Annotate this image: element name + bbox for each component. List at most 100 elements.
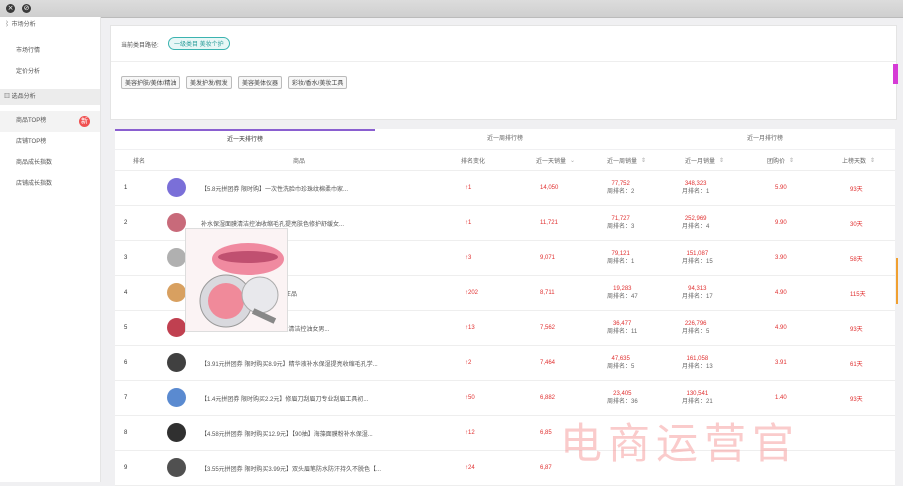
month-sales: 348,323 (684, 181, 707, 187)
sidebar: ⌇ 市场分析 市场行情 定价分析 ▥ 选品分析 商品TOP榜 新 店铺TOP榜 商… (0, 17, 101, 482)
product-title[interactable]: 【5.8元拼团券 限时购】一次性洗脸巾珍珠纹棉柔巾家... (201, 171, 401, 205)
col-label: 近一周销量 (607, 158, 638, 165)
scrollbar-thumb[interactable] (896, 258, 898, 304)
week-sales-cell: 47,635 周排名：5 (607, 346, 634, 380)
week-sales-cell: 19,283 周排名：47 (607, 276, 638, 310)
month-sales: 130,541 (686, 391, 709, 397)
table-row[interactable]: 6 【3.91元拼团券 限时购买8.9元】精华液补水保湿提亮收缩毛孔学... ↑ 2 7… (115, 346, 895, 381)
week-rank: 周排名：47 (607, 294, 638, 300)
rank-change: ↑ 1 (465, 171, 471, 205)
month-rank: 月排名：17 (682, 294, 713, 300)
week-rank: 周排名：3 (607, 224, 635, 230)
month-sales-cell: 226,796 月排名：5 (682, 311, 709, 345)
tab-week-ranking[interactable]: 近一周排行榜 (375, 129, 635, 149)
month-sales-cell: 348,323 月排名：1 (682, 171, 709, 205)
col-product: 商品 (293, 158, 306, 165)
sort-icon: ⇕ (870, 157, 876, 164)
rank-change-value: 12 (468, 430, 475, 436)
chart-icon: ⌇ (4, 22, 12, 28)
rank-change-value: 1 (468, 220, 472, 226)
group-price: 4.90 (775, 290, 787, 296)
product-thumbnail[interactable] (167, 388, 186, 407)
rank-change: ↑ 1 (465, 206, 471, 240)
rank-cell: 8 (124, 430, 128, 436)
days-on-list: 30天 (850, 221, 863, 228)
days-on-list: 115天 (850, 291, 866, 298)
category-tag[interactable]: 彩妆/香水/美妆工具 (288, 76, 348, 89)
category-tag[interactable]: 美发护发/假发 (186, 76, 232, 89)
week-rank: 周排名：2 (607, 189, 635, 195)
tab-month-ranking[interactable]: 近一月排行榜 (635, 129, 895, 149)
week-sales-cell: 71,727 周排名：3 (607, 206, 634, 240)
rank-cell: 4 (124, 290, 128, 296)
product-title[interactable]: 【3.91元拼团券 限时购买8.9元】精华液补水保湿提亮收缩毛孔学... (201, 346, 401, 380)
group-price: 9.90 (775, 220, 787, 226)
col-label: 团购价 (767, 158, 786, 165)
product-thumbnail[interactable] (167, 248, 186, 267)
week-rank: 周排名：11 (607, 329, 638, 335)
sort-icon: ⇕ (789, 157, 795, 164)
product-thumbnail[interactable] (167, 423, 186, 442)
col-days[interactable]: 上榜天数 ⇕ (842, 150, 875, 170)
sidebar-item-pricing[interactable]: 定价分析 (0, 62, 100, 83)
group-price: 3.90 (775, 255, 787, 261)
product-title[interactable]: 【1.4元拼团券 限时购买2.2元】修眉刀刮眉刀专业刮眉工具初... (201, 381, 401, 415)
product-image-popup (185, 228, 288, 332)
rank-change-value: 50 (468, 395, 475, 401)
week-sales: 79,121 (611, 251, 630, 257)
sidebar-item-shop-growth[interactable]: 店铺成长指数 (0, 174, 100, 195)
product-title[interactable]: 【3.55元拼团券 限时购买3.99元】双头眉笔防水防汗持久不脱色【... (201, 451, 401, 485)
category-tag[interactable]: 美容护肤/美体/精油 (121, 76, 181, 89)
product-thumbnail[interactable] (167, 318, 186, 337)
product-thumbnail[interactable] (167, 458, 186, 477)
col-day-sales[interactable]: 近一天销量 ⌄ (536, 150, 575, 170)
day-sales: 8,711 (540, 290, 555, 296)
rank-cell: 1 (124, 185, 128, 191)
sidebar-item-product-top[interactable]: 商品TOP榜 新 (0, 111, 100, 132)
window-titlebar: × ⊘ (0, 0, 903, 18)
col-month-sales[interactable]: 近一月销量 ⇕ (685, 150, 724, 170)
product-thumbnail[interactable] (167, 353, 186, 372)
product-thumbnail[interactable] (167, 178, 186, 197)
day-sales: 9,071 (540, 255, 556, 261)
rank-change: ↑ 2 (465, 346, 471, 380)
category-path-chip[interactable]: 一级类目 美妆个护 (168, 37, 230, 50)
sidebar-item-product-growth[interactable]: 商品成长指数 (0, 153, 100, 174)
product-thumbnail[interactable] (167, 213, 186, 232)
divider (111, 61, 896, 62)
sidebar-item-shop-top[interactable]: 店铺TOP榜 (0, 132, 100, 153)
day-sales: 7,562 (540, 325, 556, 331)
week-sales: 36,477 (612, 321, 632, 327)
product-title[interactable]: 【4.58元拼团券 限时购买12.9元】【90抽】海藻面膜粉补水保湿... (201, 416, 401, 450)
close-icon[interactable]: × (6, 4, 15, 13)
col-label: 近一月销量 (685, 158, 716, 165)
rank-cell: 6 (124, 360, 128, 366)
day-sales: 14,050 (540, 185, 559, 191)
group-price: 5.90 (775, 185, 787, 191)
sidebar-item-market-trend[interactable]: 市场行情 (0, 41, 100, 62)
table-header: 排名 商品 排名变化 近一天销量 ⌄ 近一周销量 ⇕ 近一月销量 ⇕ 团购价 ⇕ 上榜天… (115, 150, 895, 171)
col-label: 上榜天数 (842, 158, 867, 165)
sidebar-group-market[interactable]: ⌇ 市场分析 (0, 17, 100, 33)
days-on-list: 93天 (850, 186, 863, 193)
rank-cell: 2 (124, 220, 128, 226)
day-sales: 6,882 (540, 395, 556, 401)
week-rank: 周排名：1 (607, 259, 635, 265)
minimize-icon[interactable]: ⊘ (22, 4, 31, 13)
ranking-tabs: 近一天排行榜 近一周排行榜 近一月排行榜 (115, 129, 895, 149)
col-week-sales[interactable]: 近一周销量 ⇕ (607, 150, 646, 170)
tab-day-ranking[interactable]: 近一天排行榜 (115, 129, 375, 149)
sidebar-group-selection[interactable]: ▥ 选品分析 (0, 89, 100, 105)
week-sales: 71,727 (611, 216, 630, 222)
category-tag[interactable]: 美容美体仪器 (238, 76, 283, 89)
col-group-price[interactable]: 团购价 ⇕ (767, 150, 794, 170)
product-thumbnail[interactable] (167, 283, 186, 302)
week-sales-cell: 77,752 周排名：2 (607, 171, 634, 205)
days-on-list: 61天 (850, 361, 863, 368)
watermark-text: 电商运营官 (560, 419, 801, 468)
col-rank-change[interactable]: 排名变化 (461, 150, 485, 170)
days-on-list: 93天 (850, 326, 863, 333)
category-path-label: 当前类目路径: (121, 43, 159, 49)
month-rank: 月排名：15 (682, 259, 713, 265)
table-row[interactable]: 1 【5.8元拼团券 限时购】一次性洗脸巾珍珠纹棉柔巾家... ↑ 1 14,050 77… (115, 171, 895, 206)
